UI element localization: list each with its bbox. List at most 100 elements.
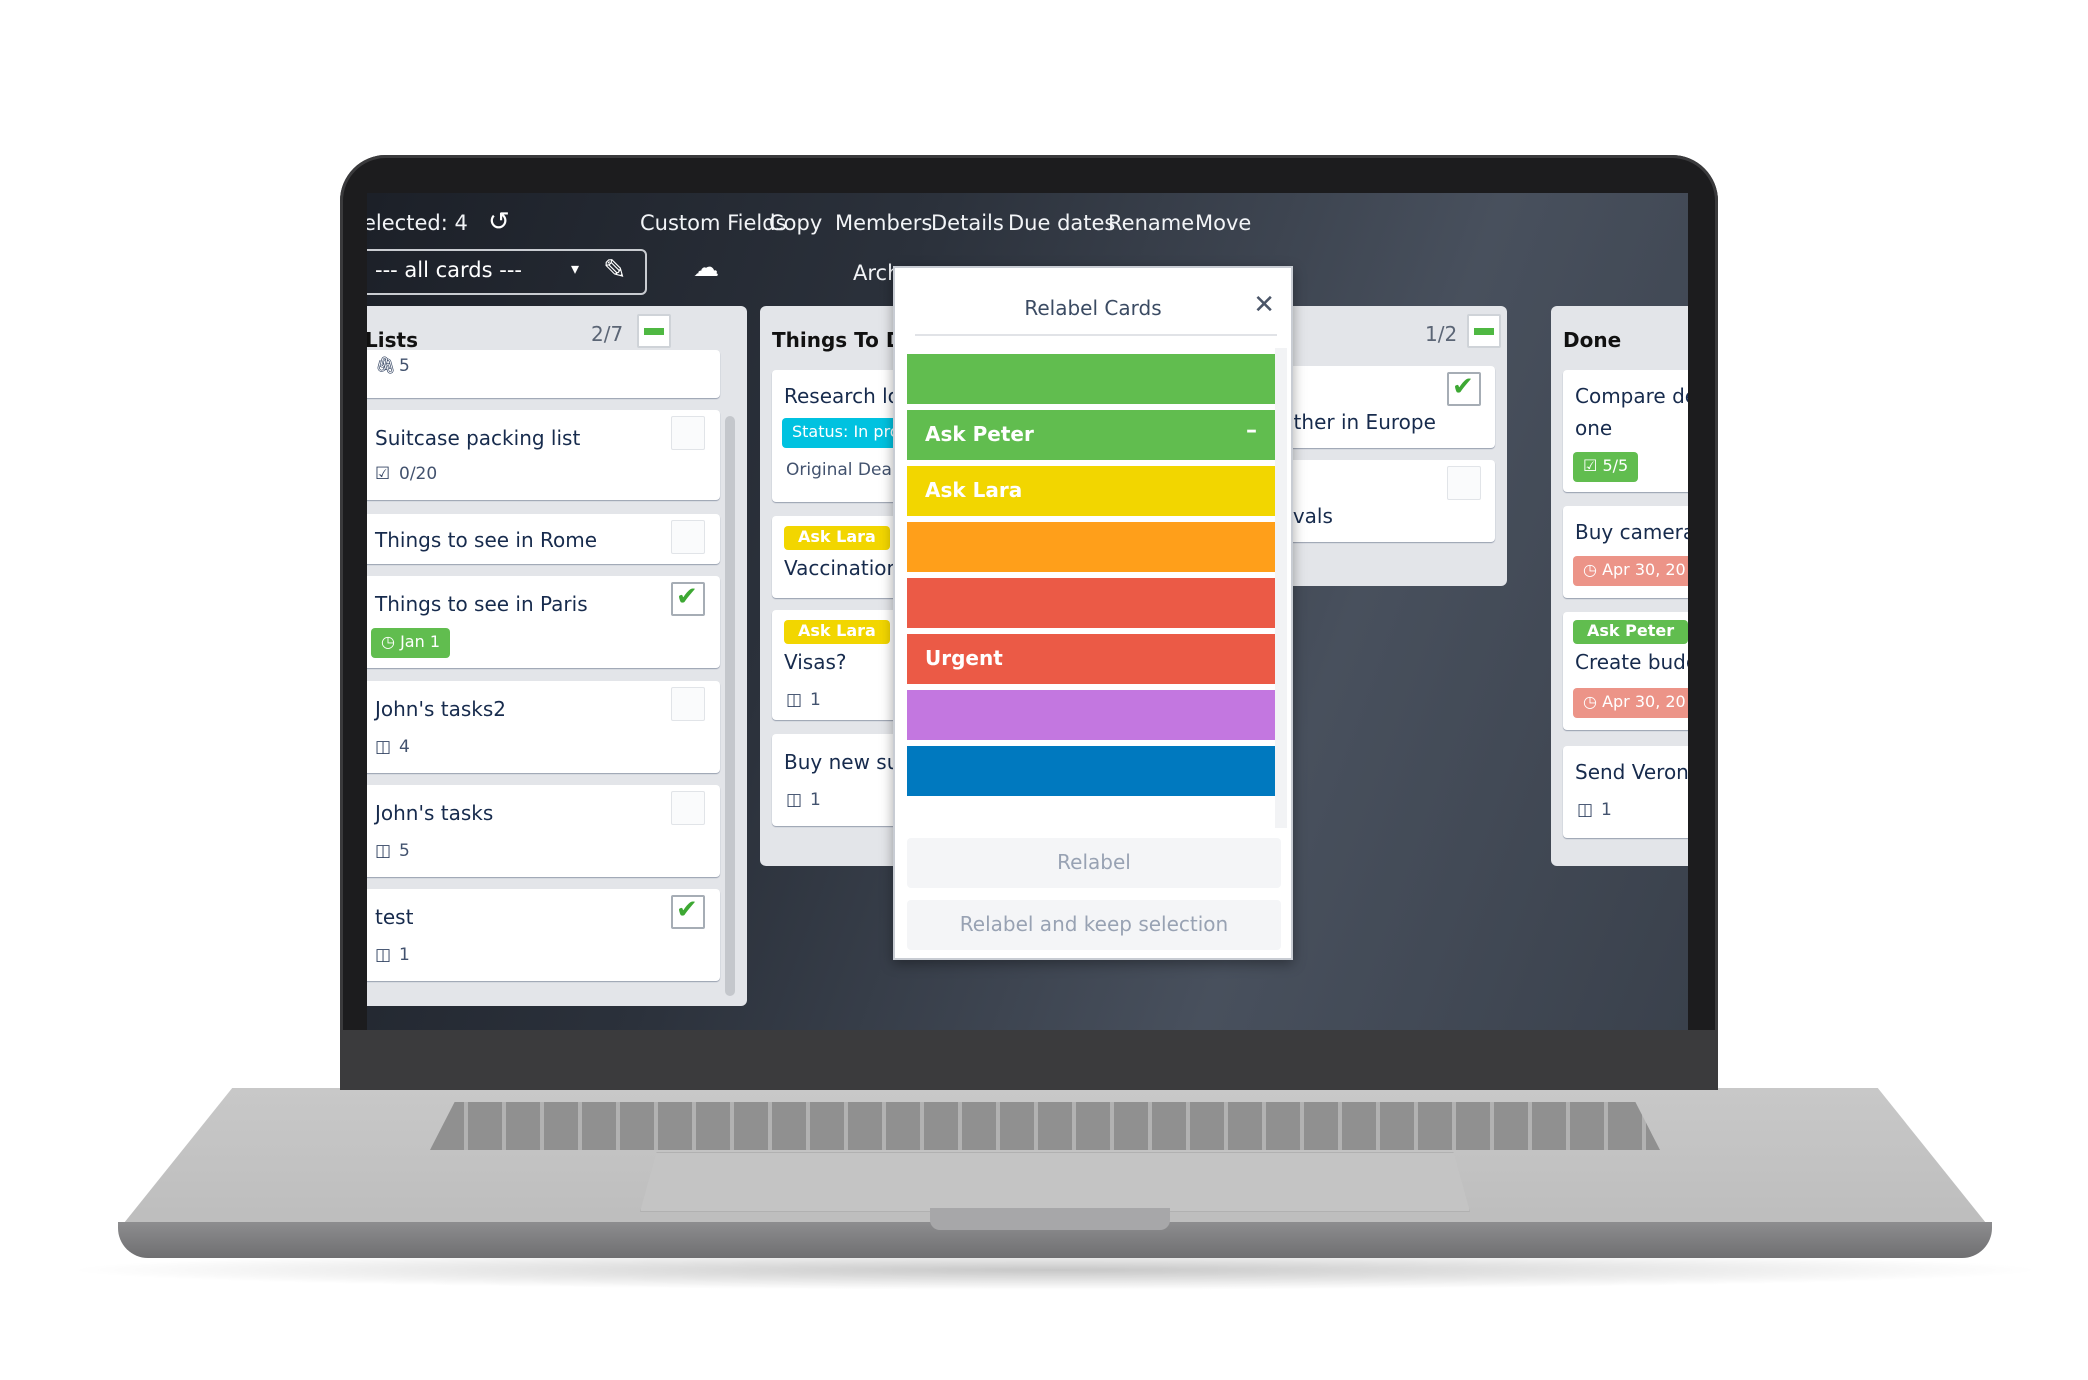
- label-chip: Ask Lara: [784, 620, 890, 644]
- card-title: John's tasks: [375, 801, 494, 825]
- card[interactable]: Buy camera ◷ Apr 30, 20: [1563, 506, 1688, 598]
- checklist-badge: ☑ 5/5: [1573, 452, 1639, 482]
- card-title: Compare de: [1575, 384, 1688, 408]
- menu-custom-fields[interactable]: Custom Fields: [640, 211, 787, 235]
- card-title: eather in Europe: [1269, 410, 1436, 434]
- relabel-keep-selection-button[interactable]: Relabel and keep selection: [907, 900, 1281, 950]
- board-icon: ◫: [375, 841, 392, 861]
- cloud-download-icon[interactable]: ☁: [693, 253, 719, 283]
- collapse-list-button[interactable]: [1467, 314, 1501, 348]
- label-option-green[interactable]: [907, 354, 1275, 404]
- due-date-badge: ◷ Apr 30, 20: [1573, 688, 1688, 718]
- card-title-line2: one: [1575, 416, 1613, 440]
- card-title: test: [375, 905, 414, 929]
- label-option-ask-lara[interactable]: Ask Lara: [907, 466, 1275, 516]
- menu-move[interactable]: Move: [1195, 211, 1251, 235]
- card-title: Visas?: [784, 650, 847, 674]
- paperclip-icon: 🖇: [375, 356, 397, 376]
- menu-details[interactable]: Details: [931, 211, 1004, 235]
- card-title: Create budg: [1575, 650, 1688, 674]
- refresh-icon[interactable]: ↺: [488, 207, 510, 237]
- card-select-checkbox[interactable]: [671, 895, 705, 929]
- list-count: 2/7: [591, 322, 624, 346]
- checklist-count: 0/20: [399, 464, 438, 484]
- card-select-checkbox[interactable]: [671, 520, 705, 554]
- relabel-cards-modal: Relabel Cards ✕ Ask Peter – Ask Lara Urge…: [893, 266, 1293, 960]
- board-icon: ◫: [375, 737, 392, 757]
- card-select-checkbox[interactable]: [671, 416, 705, 450]
- board-count: 4: [399, 737, 410, 757]
- list-title: Lists: [367, 328, 418, 352]
- list-done: Done Compare de one ☑ 5/5 Buy camera ◷ A…: [1551, 306, 1688, 866]
- label-option-urgent[interactable]: Urgent: [907, 634, 1275, 684]
- chevron-down-icon[interactable]: ▾: [571, 259, 579, 278]
- modal-divider: [915, 334, 1277, 336]
- card[interactable]: eather in Europe: [1267, 366, 1495, 448]
- label-chip: Ask Peter: [1573, 620, 1688, 644]
- due-date-badge: ◷ Apr 30, 20: [1573, 556, 1688, 586]
- due-date: Apr 30, 20: [1602, 560, 1686, 579]
- label-option-blue[interactable]: [907, 746, 1275, 796]
- card-select-checkbox[interactable]: [1447, 466, 1481, 500]
- card-select-checkbox[interactable]: [671, 687, 705, 721]
- modal-title: Relabel Cards: [1024, 296, 1162, 320]
- card[interactable]: John's tasks2 ◫ 4: [367, 681, 720, 773]
- collapse-list-button[interactable]: [637, 314, 671, 348]
- list-scrollbar[interactable]: [725, 416, 735, 996]
- list-title: Done: [1563, 328, 1622, 352]
- app-screen: elected: 4 ↺ --- all cards --- ▾ ✎ ☁ Cus…: [367, 193, 1688, 1030]
- board-count: 5: [399, 841, 410, 861]
- minus-icon: –: [1246, 418, 1257, 443]
- label-name: Ask Lara: [925, 478, 1023, 502]
- label-option-purple[interactable]: [907, 690, 1275, 740]
- label-name: Urgent: [925, 646, 1003, 670]
- laptop-trackpad: [640, 1152, 1470, 1212]
- label-option-red[interactable]: [907, 578, 1275, 628]
- card-title: John's tasks2: [375, 697, 507, 721]
- laptop-notch: [930, 1208, 1170, 1230]
- card-title: Buy new su: [784, 750, 900, 774]
- card-select-checkbox[interactable]: [671, 582, 705, 616]
- board-icon: ◫: [786, 690, 803, 710]
- clock-icon: ◷: [381, 632, 395, 651]
- list-count: 1/2: [1425, 322, 1458, 346]
- card[interactable]: test ◫ 1: [367, 889, 720, 981]
- card[interactable]: Things to see in Paris ◷ Jan 1: [367, 576, 720, 668]
- label-name: Ask Peter: [925, 422, 1034, 446]
- filter-value: --- all cards ---: [375, 258, 522, 282]
- attachment-count: 5: [399, 356, 410, 376]
- menu-due-dates[interactable]: Due dates: [1008, 211, 1115, 235]
- label-option-ask-peter[interactable]: Ask Peter –: [907, 410, 1275, 460]
- checklist-icon: ☑: [1583, 456, 1598, 475]
- card[interactable]: Ask Peter Create budg ◷ Apr 30, 20: [1563, 612, 1688, 730]
- list-lists: Lists 2/7 🖇 5 Suitcase packing list ☑ 0/20…: [367, 306, 747, 1006]
- board-count: 1: [1601, 800, 1612, 820]
- menu-members[interactable]: Members: [835, 211, 932, 235]
- menu-rename[interactable]: Rename: [1108, 211, 1194, 235]
- pencil-icon[interactable]: ✎: [603, 253, 626, 286]
- close-icon[interactable]: ✕: [1253, 290, 1275, 320]
- card-title: Buy camera: [1575, 520, 1688, 544]
- card-select-checkbox[interactable]: [671, 791, 705, 825]
- board-icon: ◫: [1577, 800, 1594, 820]
- card-title: Things to see in Paris: [375, 592, 588, 616]
- selected-count: elected: 4: [367, 211, 468, 235]
- card[interactable]: Suitcase packing list ☑ 0/20: [367, 410, 720, 500]
- label-option-orange[interactable]: [907, 522, 1275, 572]
- card[interactable]: Compare de one ☑ 5/5: [1563, 370, 1688, 492]
- card[interactable]: John's tasks ◫ 5: [367, 785, 720, 877]
- card-filter-select[interactable]: --- all cards --- ▾ ✎: [367, 249, 647, 295]
- card-select-checkbox[interactable]: [1447, 372, 1481, 406]
- board-icon: ◫: [786, 790, 803, 810]
- checklist-count: 5/5: [1602, 456, 1629, 475]
- relabel-button[interactable]: Relabel: [907, 838, 1281, 888]
- card[interactable]: stivals: [1267, 460, 1495, 542]
- card[interactable]: 🖇 5: [367, 350, 720, 398]
- card[interactable]: Send Veron ◫ 1: [1563, 746, 1688, 838]
- card-title: Things to see in Rome: [375, 528, 598, 552]
- modal-scrollbar[interactable]: [1275, 348, 1287, 828]
- card[interactable]: Things to see in Rome: [367, 514, 720, 564]
- list-partial: 1/2 eather in Europe stivals: [1267, 306, 1507, 586]
- menu-copy[interactable]: Copy: [769, 211, 822, 235]
- due-date: Apr 30, 20: [1602, 692, 1686, 711]
